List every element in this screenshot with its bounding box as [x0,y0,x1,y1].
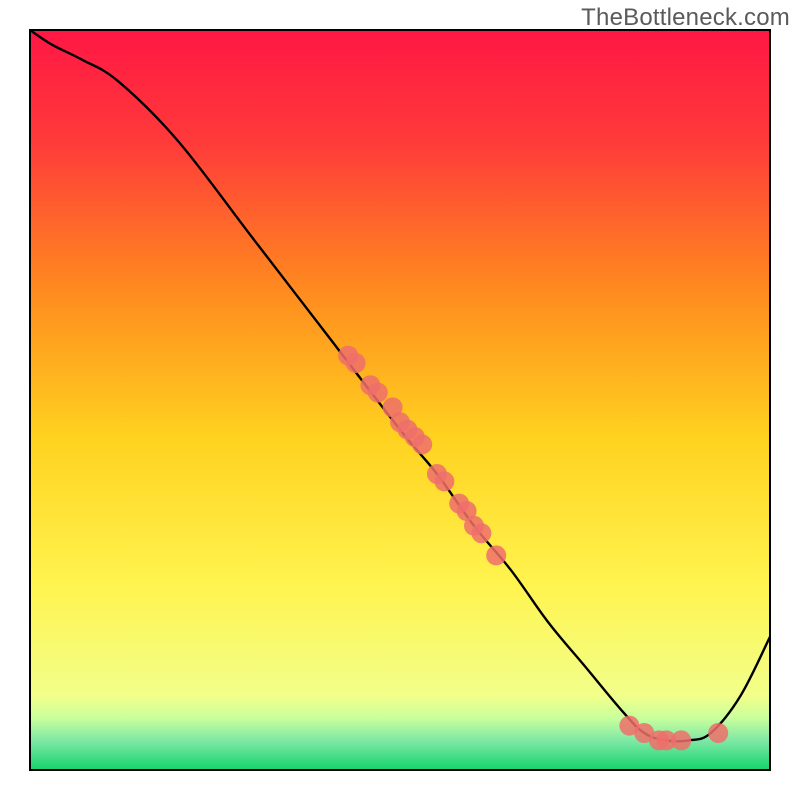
marker-dot [708,723,728,743]
gradient-background [30,30,770,770]
marker-dot [412,434,432,454]
plot-area [30,30,770,770]
chart-plot [0,0,800,800]
marker-dot [471,523,491,543]
marker-dot [368,383,388,403]
marker-dot [434,471,454,491]
attribution-label: TheBottleneck.com [581,4,790,32]
marker-dot [671,730,691,750]
marker-dot [486,545,506,565]
marker-dot [346,353,366,373]
chart-container: TheBottleneck.com [0,0,800,800]
